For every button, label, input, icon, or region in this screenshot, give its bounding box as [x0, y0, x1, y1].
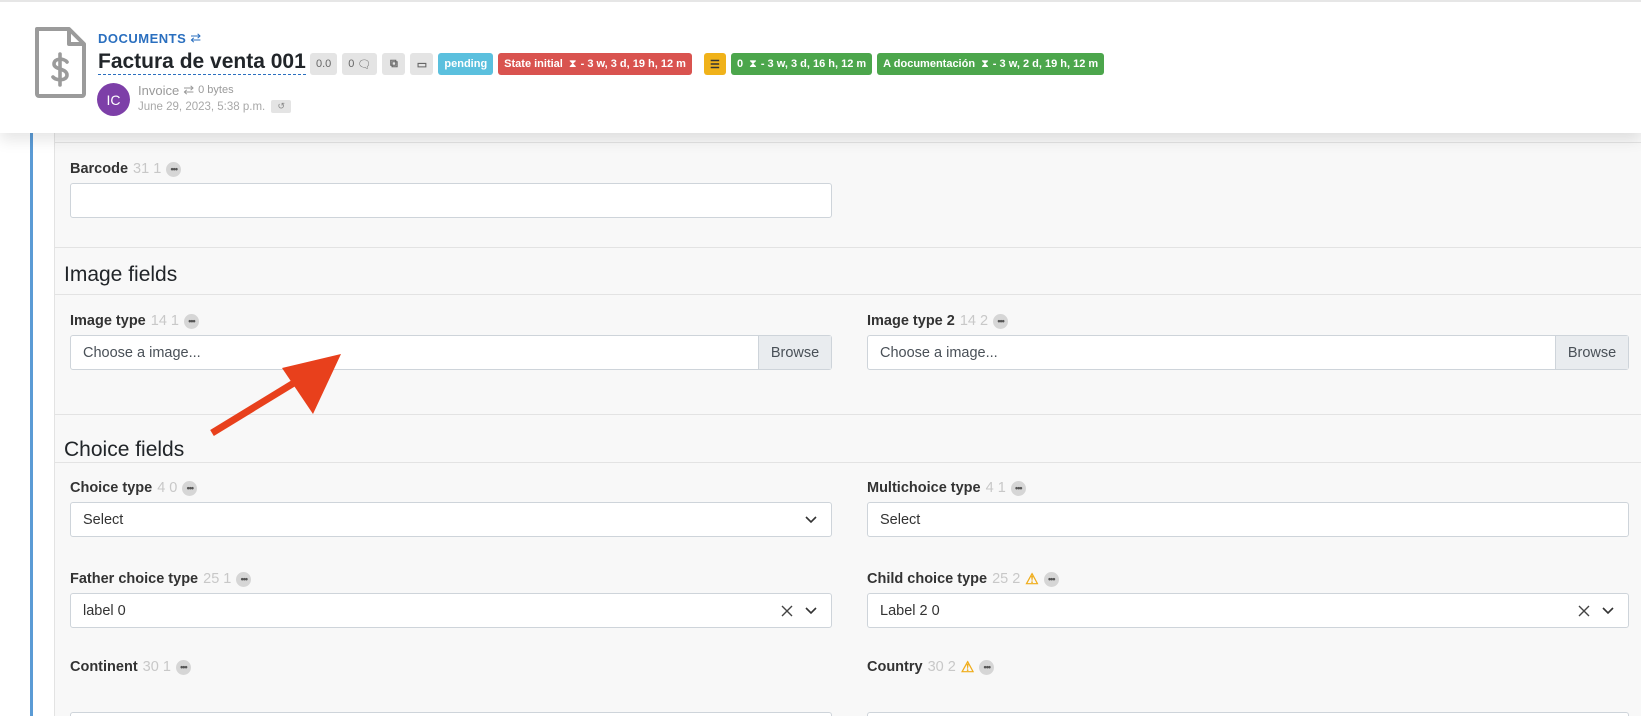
image-type-file-input[interactable]: Choose a image... Browse	[70, 335, 832, 370]
image-type-2-options-icon[interactable]: •••	[993, 313, 1009, 329]
tasks-badge[interactable]: 0 ⧗ - 3 w, 3 d, 16 h, 12 m	[730, 53, 873, 75]
image-type-label: Image type 14 1 •••	[70, 313, 199, 329]
barcode-label: Barcode 31 1 •••	[70, 161, 182, 177]
image-type-placeholder: Choose a image...	[83, 344, 201, 361]
chevron-down-icon[interactable]	[805, 515, 817, 524]
child-choice-type-options-icon[interactable]: •••	[1043, 571, 1059, 587]
country-meta: 30 2	[927, 659, 956, 675]
father-choice-type-select[interactable]: label 0	[70, 593, 832, 628]
chevron-down-icon[interactable]	[1602, 606, 1614, 615]
father-choice-type-value: label 0	[83, 602, 126, 619]
image-type-options-icon[interactable]: •••	[183, 313, 199, 329]
continent-select[interactable]	[70, 712, 832, 716]
child-choice-type-value: Label 2 0	[880, 602, 940, 619]
assignment-badge[interactable]: A documentación ⧗ - 3 w, 2 d, 19 h, 12 m	[877, 53, 1105, 75]
father-choice-type-options-icon[interactable]: •••	[236, 571, 252, 587]
country-options-icon[interactable]: •••	[979, 659, 995, 675]
clear-x-icon[interactable]	[1578, 605, 1590, 617]
choice-type-label: Choice type 4 0 •••	[70, 480, 198, 496]
avatar[interactable]: IC	[97, 83, 130, 116]
document-size: 0 bytes	[198, 84, 234, 96]
multichoice-type-meta: 4 1	[985, 480, 1006, 496]
image-type-browse-button[interactable]: Browse	[758, 336, 831, 369]
image-type-2-browse-button[interactable]: Browse	[1555, 336, 1628, 369]
child-choice-type-meta: 25 2	[992, 571, 1021, 587]
history-icon[interactable]: ↺	[271, 100, 292, 113]
image-type-2-label: Image type 2 14 2 •••	[867, 313, 1009, 329]
multichoice-type-value: Select	[880, 511, 921, 528]
checklist-icon[interactable]: ☰	[703, 53, 726, 75]
multichoice-type-select[interactable]: Select	[867, 502, 1629, 537]
child-choice-type-select[interactable]: Label 2 0	[867, 593, 1629, 628]
multichoice-type-label: Multichoice type 4 1 •••	[867, 480, 1026, 496]
document-type: Invoice ⇄ 0 bytes	[138, 82, 234, 98]
document-dollar-icon	[35, 27, 86, 98]
continent-label: Continent 30 1 •••	[70, 659, 191, 675]
choice-section-title: Choice fields	[64, 438, 185, 461]
rating-badge[interactable]: 0.0	[310, 53, 338, 75]
image-type-2-meta: 14 2	[959, 313, 989, 329]
swap-arrows-icon[interactable]: ⇄	[190, 30, 201, 46]
father-choice-type-meta: 25 1	[203, 571, 232, 587]
country-label: Country 30 2 ⚠ •••	[867, 658, 995, 676]
hourglass-icon: ⧗	[568, 57, 577, 70]
barcode-input[interactable]	[70, 183, 832, 218]
badge-row: 0.0 0 🗨 ⧉ ▭ pending State initial ⧗ - 3 …	[310, 53, 1105, 75]
warning-icon: ⚠	[1025, 570, 1039, 588]
choice-type-meta: 4 0	[157, 480, 178, 496]
child-choice-type-label: Child choice type 25 2 ⚠ •••	[867, 571, 1059, 587]
page-title[interactable]: Factura de venta 001	[98, 50, 306, 75]
image-section-title: Image fields	[64, 263, 178, 286]
warning-icon: ⚠	[960, 658, 975, 676]
chevron-down-icon[interactable]	[805, 606, 817, 615]
choice-section-divider	[55, 462, 1641, 463]
comment-icon: 🗨	[357, 58, 372, 71]
barcode-meta: 31 1	[133, 161, 162, 177]
country-select[interactable]	[867, 712, 1629, 716]
image-type-meta: 14 1	[150, 313, 179, 329]
continent-options-icon[interactable]: •••	[175, 659, 191, 675]
document-type-link[interactable]: Invoice	[138, 83, 179, 98]
hourglass-icon: ⧗	[981, 57, 989, 70]
swap-arrows-icon[interactable]: ⇄	[183, 82, 194, 98]
folder-icon[interactable]: ▭	[410, 53, 434, 75]
clear-x-icon[interactable]	[781, 605, 793, 617]
choice-type-value: Select	[83, 511, 124, 528]
form-left-rail	[30, 120, 33, 716]
copy-icon[interactable]: ⧉	[382, 53, 406, 75]
status-badge[interactable]: pending	[438, 53, 494, 75]
image-section-top-divider	[55, 247, 1641, 248]
state-badge[interactable]: State initial ⧗ - 3 w, 3 d, 19 h, 12 m	[498, 53, 692, 75]
image-type-2-file-input[interactable]: Choose a image... Browse	[867, 335, 1629, 370]
document-header: DOCUMENTS ⇄ Factura de venta 001 0.0 0 🗨…	[0, 0, 1641, 133]
choice-type-options-icon[interactable]: •••	[182, 480, 198, 496]
image-type-2-placeholder: Choose a image...	[880, 344, 998, 361]
codes-section-divider	[55, 142, 1641, 143]
continent-meta: 30 1	[142, 659, 171, 675]
breadcrumb[interactable]: DOCUMENTS ⇄	[98, 30, 202, 46]
annotation-arrow-icon	[210, 354, 341, 436]
hourglass-icon: ⧗	[749, 57, 757, 70]
document-date: June 29, 2023, 5:38 p.m. ↺	[138, 100, 292, 113]
image-section-divider	[55, 294, 1641, 295]
father-choice-type-label: Father choice type 25 1 •••	[70, 571, 252, 587]
multichoice-type-options-icon[interactable]: •••	[1010, 480, 1026, 496]
choice-type-select[interactable]: Select	[70, 502, 832, 537]
comments-badge[interactable]: 0 🗨	[342, 53, 378, 75]
barcode-options-icon[interactable]: •••	[166, 161, 182, 177]
